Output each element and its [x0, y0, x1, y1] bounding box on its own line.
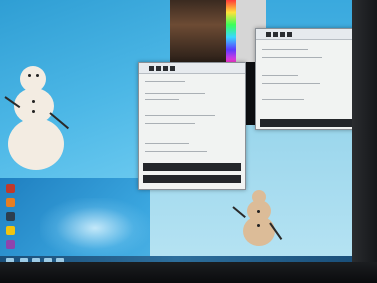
window-right-footer-bar — [260, 119, 354, 127]
toolbar-icon[interactable] — [273, 31, 278, 37]
window-right-titlebar[interactable] — [256, 29, 358, 40]
desktop-icon[interactable] — [6, 240, 15, 249]
monitor-bezel — [352, 0, 377, 283]
window-left-footer-bar — [143, 163, 241, 171]
toolbar-icon[interactable] — [170, 65, 175, 71]
window-left-titlebar[interactable] — [139, 63, 245, 74]
toolbar-icon[interactable] — [266, 31, 271, 37]
toolbar-icon[interactable] — [287, 31, 292, 37]
desktop-icon[interactable] — [6, 212, 15, 221]
toolbar-icon[interactable] — [149, 65, 154, 71]
desktop-icon[interactable] — [6, 184, 15, 193]
window-left[interactable] — [138, 62, 246, 190]
window-left-footer-bar — [143, 175, 241, 183]
monitor-bezel-bottom — [0, 262, 377, 283]
toolbar-icon[interactable] — [163, 65, 168, 71]
toolbar-icon[interactable] — [280, 31, 285, 37]
desktop-icon[interactable] — [6, 198, 15, 207]
desktop-icon[interactable] — [6, 226, 15, 235]
window-right[interactable] — [255, 28, 359, 130]
wallpaper-light-glow — [40, 198, 150, 258]
color-picker-gradient — [170, 0, 230, 62]
toolbar-icon[interactable] — [156, 65, 161, 71]
color-spectrum-bar[interactable] — [226, 0, 236, 62]
